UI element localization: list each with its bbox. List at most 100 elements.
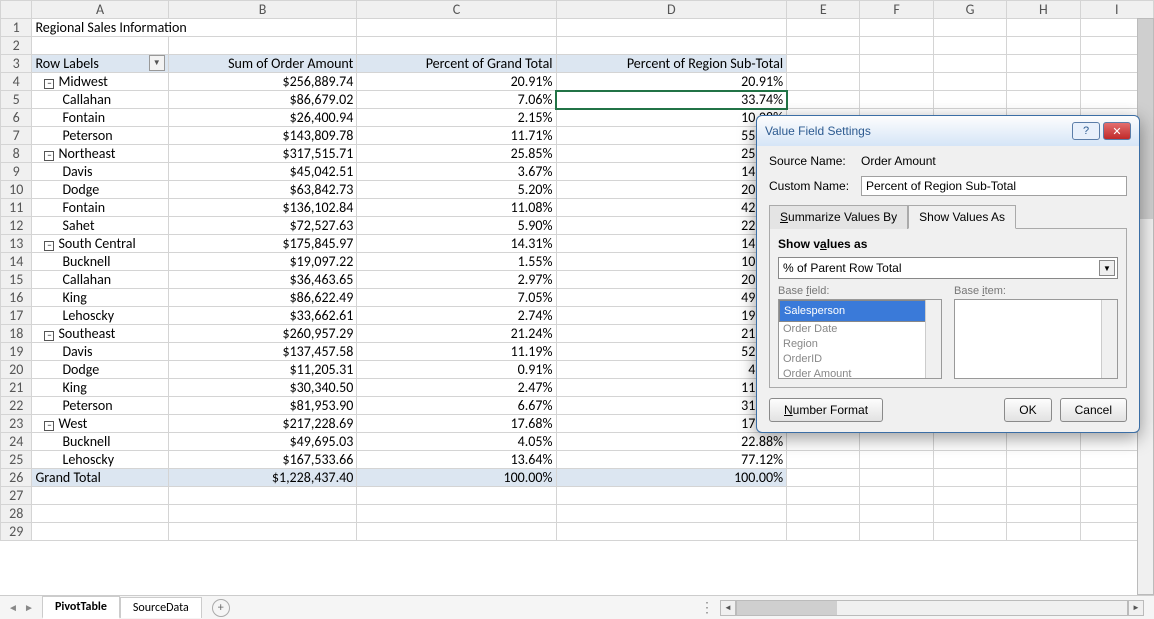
cell[interactable]: Percent of Grand Total: [357, 55, 556, 73]
cell[interactable]: [168, 505, 357, 523]
base-item-listbox[interactable]: [954, 299, 1118, 379]
row-header[interactable]: 1: [1, 19, 32, 37]
collapse-icon[interactable]: −: [44, 79, 54, 89]
collapse-icon[interactable]: −: [44, 421, 54, 431]
cell[interactable]: [787, 55, 860, 73]
cell[interactable]: Fontain: [32, 199, 168, 217]
cell[interactable]: [32, 505, 168, 523]
cell[interactable]: 20.74%: [556, 271, 787, 289]
cell[interactable]: Regional Sales Information: [32, 19, 357, 37]
cell[interactable]: [860, 469, 933, 487]
cell[interactable]: [556, 505, 787, 523]
col-header-G[interactable]: G: [933, 1, 1006, 19]
cell[interactable]: [787, 433, 860, 451]
horizontal-scroll-thumb[interactable]: [737, 601, 837, 615]
vertical-scroll-thumb[interactable]: [1138, 19, 1153, 219]
close-button[interactable]: ✕: [1103, 122, 1131, 140]
cell[interactable]: 11.63%: [556, 379, 787, 397]
cell[interactable]: 21.24%: [556, 325, 787, 343]
cell[interactable]: 13.64%: [357, 451, 556, 469]
add-sheet-button[interactable]: +: [212, 599, 230, 617]
col-header-C[interactable]: C: [357, 1, 556, 19]
base-field-option[interactable]: Order Amount: [779, 367, 941, 379]
cell[interactable]: [933, 487, 1006, 505]
cell[interactable]: [933, 19, 1006, 37]
cell[interactable]: $86,679.02: [168, 91, 357, 109]
cell[interactable]: $86,622.49: [168, 289, 357, 307]
cell[interactable]: 42.86%: [556, 199, 787, 217]
cell[interactable]: 2.15%: [357, 109, 556, 127]
cell[interactable]: [787, 487, 860, 505]
row-header[interactable]: 4: [1, 73, 32, 91]
base-field-option[interactable]: Region: [779, 337, 941, 352]
cell[interactable]: King: [32, 289, 168, 307]
cell[interactable]: Row Labels▼: [32, 55, 168, 73]
cell[interactable]: Callahan: [32, 271, 168, 289]
cell[interactable]: 33.74%: [556, 91, 787, 109]
cell[interactable]: [933, 523, 1006, 541]
cell[interactable]: −Southeast: [32, 325, 168, 343]
cell[interactable]: 17.68%: [556, 415, 787, 433]
cell[interactable]: $81,953.90: [168, 397, 357, 415]
cell[interactable]: [1007, 451, 1080, 469]
row-header[interactable]: 11: [1, 199, 32, 217]
row-header[interactable]: 24: [1, 433, 32, 451]
cell[interactable]: 6.67%: [357, 397, 556, 415]
show-values-as-dropdown[interactable]: % of Parent Row Total ▼: [778, 257, 1118, 279]
cell[interactable]: 5.20%: [357, 181, 556, 199]
cell[interactable]: [933, 469, 1006, 487]
row-header[interactable]: 21: [1, 379, 32, 397]
scroll-left-icon[interactable]: ◄: [720, 600, 736, 616]
tab-nav-buttons[interactable]: ◄ ►: [0, 601, 42, 614]
cell[interactable]: [787, 469, 860, 487]
cell[interactable]: 55.98%: [556, 127, 787, 145]
custom-name-input[interactable]: [861, 176, 1127, 196]
cell[interactable]: Dodge: [32, 361, 168, 379]
cell[interactable]: Bucknell: [32, 253, 168, 271]
cell[interactable]: [357, 487, 556, 505]
sheet-tab-sourcedata[interactable]: SourceData: [120, 597, 202, 618]
cell[interactable]: 2.97%: [357, 271, 556, 289]
cell[interactable]: [1007, 37, 1080, 55]
row-header[interactable]: 10: [1, 181, 32, 199]
cell[interactable]: 31.41%: [556, 397, 787, 415]
cell[interactable]: Davis: [32, 163, 168, 181]
cell[interactable]: 77.12%: [556, 451, 787, 469]
row-header[interactable]: 12: [1, 217, 32, 235]
cell[interactable]: 25.85%: [556, 145, 787, 163]
cell[interactable]: [787, 37, 860, 55]
cell[interactable]: Peterson: [32, 397, 168, 415]
cell[interactable]: $11,205.31: [168, 361, 357, 379]
col-header-A[interactable]: A: [32, 1, 168, 19]
cell[interactable]: 11.08%: [357, 199, 556, 217]
col-header-D[interactable]: D: [556, 1, 787, 19]
cell[interactable]: 3.67%: [357, 163, 556, 181]
base-field-option[interactable]: Order Date: [779, 322, 941, 337]
row-header[interactable]: 23: [1, 415, 32, 433]
cell[interactable]: [357, 505, 556, 523]
cell[interactable]: $256,889.74: [168, 73, 357, 91]
cell[interactable]: [1007, 73, 1080, 91]
cell[interactable]: 14.31%: [556, 235, 787, 253]
cell[interactable]: [1007, 523, 1080, 541]
cell[interactable]: $45,042.51: [168, 163, 357, 181]
cell[interactable]: 52.67%: [556, 343, 787, 361]
row-header[interactable]: 15: [1, 271, 32, 289]
cell[interactable]: [933, 505, 1006, 523]
cell[interactable]: King: [32, 379, 168, 397]
cell[interactable]: [860, 523, 933, 541]
cell[interactable]: Fontain: [32, 109, 168, 127]
cell[interactable]: [32, 523, 168, 541]
col-header-B[interactable]: B: [168, 1, 357, 19]
cell[interactable]: 10.86%: [556, 253, 787, 271]
row-header[interactable]: 6: [1, 109, 32, 127]
cell[interactable]: Peterson: [32, 127, 168, 145]
cell[interactable]: [1007, 55, 1080, 73]
cell[interactable]: [787, 19, 860, 37]
cell[interactable]: [933, 433, 1006, 451]
cell[interactable]: $175,845.97: [168, 235, 357, 253]
row-header[interactable]: 25: [1, 451, 32, 469]
cell[interactable]: $143,809.78: [168, 127, 357, 145]
row-header[interactable]: 22: [1, 397, 32, 415]
cell[interactable]: $26,400.94: [168, 109, 357, 127]
